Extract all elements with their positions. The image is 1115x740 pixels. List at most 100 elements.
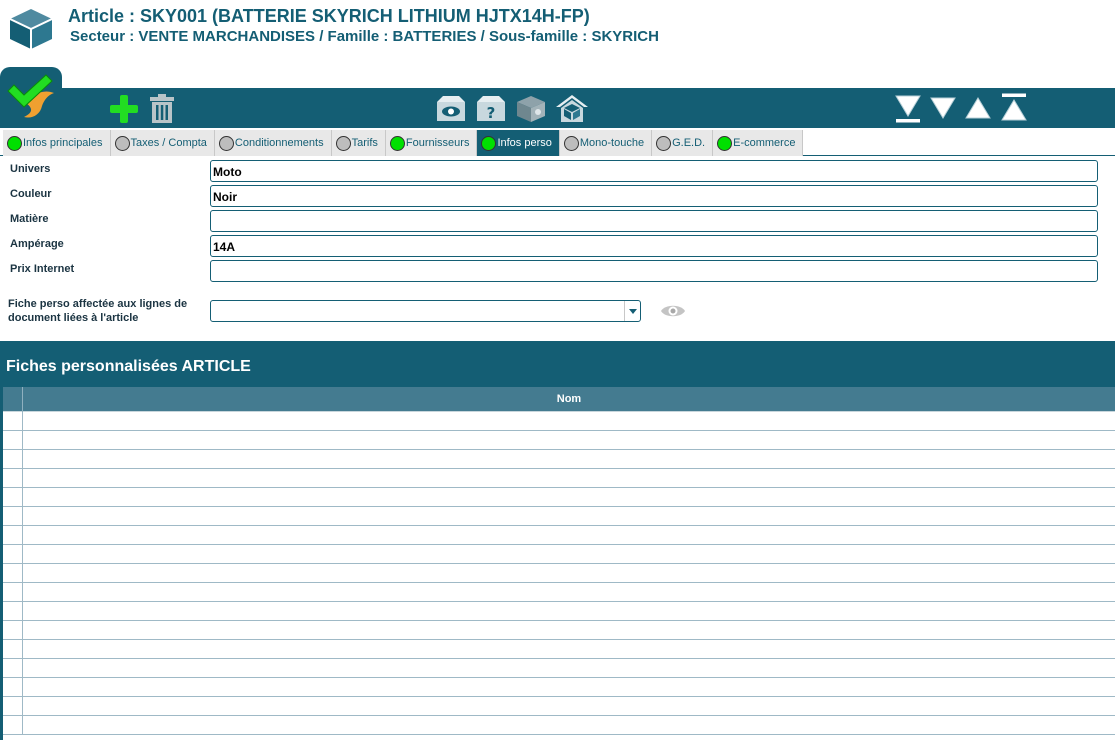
table-row[interactable] (3, 431, 1115, 450)
plus-icon (110, 95, 138, 123)
trash-icon (150, 94, 174, 123)
tab-label: Taxes / Compta (130, 137, 207, 149)
row-selector[interactable] (3, 564, 23, 582)
row-selector[interactable] (3, 469, 23, 487)
table-row[interactable] (3, 412, 1115, 431)
arrow-up-icon (965, 97, 991, 119)
add-button[interactable] (108, 94, 140, 124)
amperage-label: Ampérage (10, 238, 64, 250)
tabs: Infos principales Taxes / Compta Condition… (3, 130, 804, 156)
row-selector[interactable] (3, 659, 23, 677)
box-gear-icon (517, 96, 545, 122)
skip-up-icon (1001, 93, 1027, 121)
table-row[interactable] (3, 678, 1115, 697)
box-eye-icon (437, 96, 465, 121)
row-selector[interactable] (3, 450, 23, 468)
tab-infos-principales[interactable]: Infos principales (3, 130, 111, 156)
article-title: Article : SKY001 (BATTERIE SKYRICH LITHI… (68, 6, 590, 26)
row-selector[interactable] (3, 431, 23, 449)
chevron-down-icon (624, 301, 640, 321)
previous-record-button[interactable] (963, 93, 993, 125)
article-view-button[interactable] (434, 94, 468, 124)
row-selector[interactable] (3, 697, 23, 715)
row-selector[interactable] (3, 716, 23, 734)
box-question-icon: ? (477, 96, 505, 122)
table-row[interactable] (3, 507, 1115, 526)
tab-label: E-commerce (733, 137, 796, 149)
table-row[interactable] (3, 640, 1115, 659)
table-row[interactable] (3, 583, 1115, 602)
tab-taxes-compta[interactable]: Taxes / Compta (110, 130, 215, 156)
custom-info-form: Univers Couleur Matière Ampérage Prix In… (0, 157, 1115, 341)
row-selector[interactable] (3, 678, 23, 696)
svg-text:?: ? (487, 104, 496, 122)
preview-button[interactable] (660, 302, 686, 320)
tab-g-e-d[interactable]: G.E.D. (652, 130, 714, 156)
prix-internet-field[interactable] (210, 260, 1098, 282)
status-dot-icon (717, 135, 733, 151)
row-selector[interactable] (3, 507, 23, 525)
prix-internet-label: Prix Internet (10, 263, 75, 275)
tab-label: Infos perso (497, 137, 552, 149)
section-title: Fiches personnalisées ARTICLE (6, 358, 251, 375)
table-row[interactable] (3, 716, 1115, 735)
tab-conditionnements[interactable]: Conditionnements (214, 130, 332, 156)
row-selector[interactable] (3, 583, 23, 601)
tab-label: Tarifs (351, 137, 378, 149)
table-row[interactable] (3, 602, 1115, 621)
couleur-field[interactable] (210, 185, 1098, 207)
box-home-icon (556, 95, 588, 122)
row-selector[interactable] (3, 412, 23, 430)
row-selector[interactable] (3, 621, 23, 639)
grid-header-nom[interactable]: Nom (23, 387, 1115, 412)
last-record-button[interactable] (999, 91, 1029, 123)
row-selector[interactable] (3, 545, 23, 563)
table-row[interactable] (3, 564, 1115, 583)
tab-infos-perso[interactable]: Infos perso (477, 130, 560, 156)
section-header: Fiches personnalisées ARTICLE (0, 345, 1115, 387)
checkmark-icon (7, 74, 54, 118)
univers-field[interactable] (210, 160, 1098, 182)
amperage-field[interactable] (210, 235, 1098, 257)
couleur-label: Couleur (10, 188, 52, 200)
table-row[interactable] (3, 488, 1115, 507)
tab-tarifs[interactable]: Tarifs (331, 130, 386, 156)
tab-label: G.E.D. (672, 137, 706, 149)
status-dot-icon (563, 135, 579, 151)
delete-button[interactable] (148, 93, 176, 125)
tab-e-commerce[interactable]: E-commerce (713, 130, 804, 156)
validate-button[interactable] (0, 67, 62, 123)
tab-fournisseurs[interactable]: Fournisseurs (385, 130, 478, 156)
tab-bar: Infos principales Taxes / Compta Condition… (0, 128, 1115, 156)
matiere-label: Matière (10, 213, 49, 225)
row-selector[interactable] (3, 602, 23, 620)
table-row[interactable] (3, 659, 1115, 678)
first-record-button[interactable] (893, 93, 923, 125)
package-icon (8, 8, 54, 50)
matiere-field[interactable] (210, 210, 1098, 232)
table-row[interactable] (3, 621, 1115, 640)
fiche-perso-select[interactable] (210, 300, 641, 322)
grid-header-selector (3, 387, 23, 412)
status-dot-icon (7, 135, 22, 151)
article-home-button[interactable] (554, 93, 590, 125)
grid-body (3, 412, 1115, 740)
row-selector[interactable] (3, 640, 23, 658)
row-selector[interactable] (3, 526, 23, 544)
tab-label: Mono-touche (579, 137, 645, 149)
arrow-down-icon (930, 97, 956, 119)
table-row[interactable] (3, 526, 1115, 545)
fiche-perso-label: Fiche perso affectée aux lignes de docum… (8, 298, 188, 324)
table-row[interactable] (3, 697, 1115, 716)
article-help-button[interactable]: ? (474, 94, 508, 124)
header: Article : SKY001 (BATTERIE SKYRICH LITHI… (0, 0, 1115, 68)
article-subtitle: Secteur : VENTE MARCHANDISES / Famille :… (70, 28, 659, 45)
article-settings-button[interactable] (514, 94, 548, 124)
next-record-button[interactable] (928, 93, 958, 125)
tab-mono-touche[interactable]: Mono-touche (559, 130, 653, 156)
table-row[interactable] (3, 450, 1115, 469)
table-row[interactable] (3, 545, 1115, 564)
row-selector[interactable] (3, 488, 23, 506)
table-row[interactable] (3, 469, 1115, 488)
app-window: Article : SKY001 (BATTERIE SKYRICH LITHI… (0, 0, 1115, 740)
